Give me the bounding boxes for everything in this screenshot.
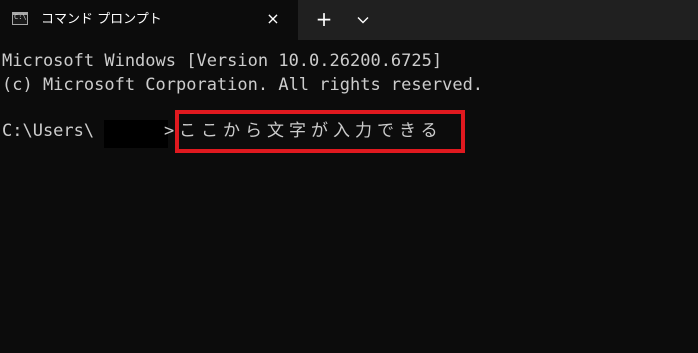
tab-command-prompt[interactable]: C:\ コマンド プロンプト × — [0, 0, 298, 40]
title-bar: C:\ コマンド プロンプト × + — [0, 0, 698, 40]
close-icon[interactable]: × — [263, 9, 283, 29]
prompt-path: C:\Users\ — [2, 121, 95, 141]
tab-title: コマンド プロンプト — [41, 12, 162, 27]
terminal-output[interactable]: Microsoft Windows [Version 10.0.26200.67… — [0, 40, 698, 353]
input-highlight-box — [175, 110, 465, 153]
cmd-icon: C:\ — [12, 12, 28, 25]
copyright-line: (c) Microsoft Corporation. All rights re… — [2, 75, 484, 95]
chevron-down-icon[interactable] — [352, 9, 374, 31]
redacted-username — [104, 120, 168, 148]
new-tab-icon[interactable]: + — [312, 8, 336, 32]
terminal-window: C:\ コマンド プロンプト × + Microsoft Windows [Ve… — [0, 0, 698, 353]
version-line: Microsoft Windows [Version 10.0.26200.67… — [2, 51, 443, 71]
prompt-symbol: > — [164, 121, 175, 141]
